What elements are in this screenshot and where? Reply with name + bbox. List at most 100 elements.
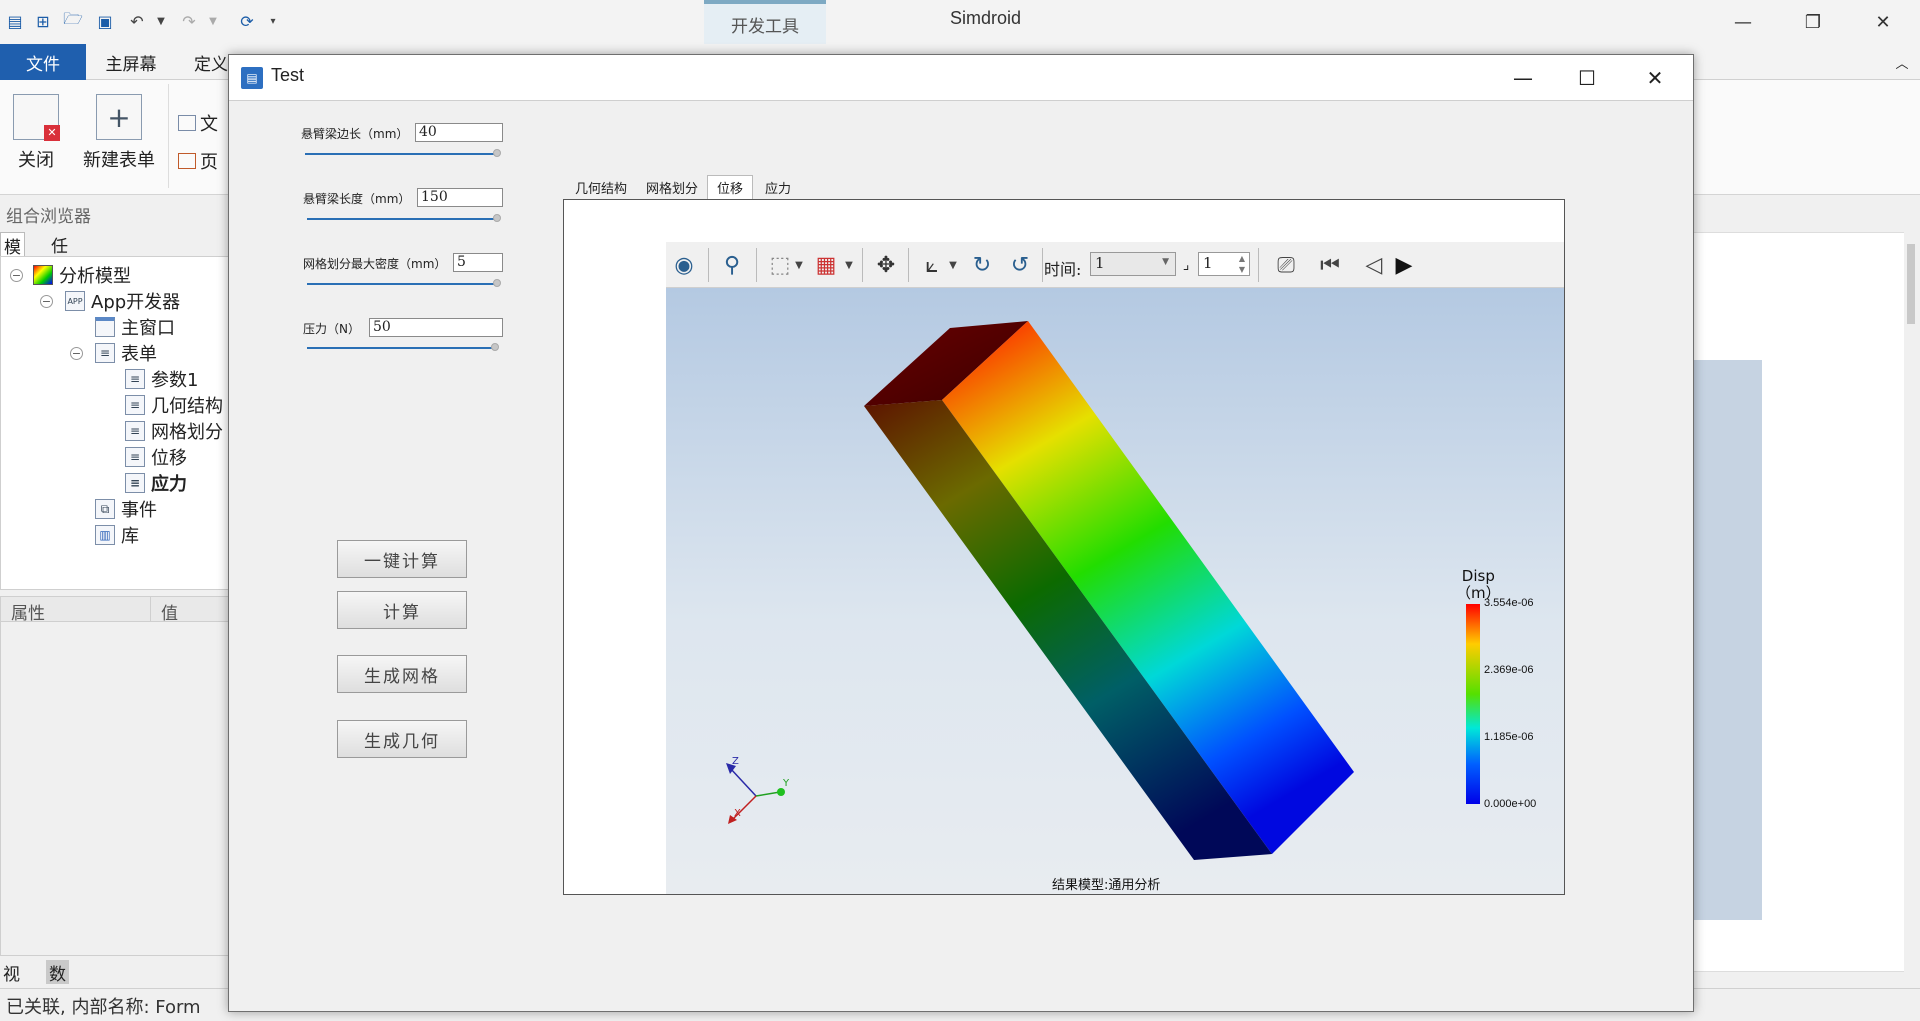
redo-dropdown-icon[interactable]: ▼ xyxy=(202,10,224,32)
time-combo[interactable]: 1 ▼ xyxy=(1090,252,1176,276)
camera-icon[interactable]: ◉ xyxy=(668,250,700,280)
tree-label: 事件 xyxy=(121,500,157,521)
dialog-minimize-icon[interactable]: — xyxy=(1491,55,1555,101)
x-axis-label: X xyxy=(734,808,741,819)
rotate-cw-icon[interactable]: ↻ xyxy=(966,250,998,280)
param-label-pressure: 压力（N） xyxy=(303,322,360,336)
app-title: Simdroid xyxy=(950,8,1022,28)
undo-dropdown-icon[interactable]: ▼ xyxy=(150,10,172,32)
tree-label: 库 xyxy=(121,526,139,547)
property-column-header[interactable]: 属性 xyxy=(1,597,151,624)
tab-view[interactable]: 视图 xyxy=(0,960,23,1010)
close-form-icon: ✕ xyxy=(13,94,60,141)
axes-view-icon[interactable]: ⟀ xyxy=(916,250,948,280)
time-value: 1 xyxy=(1095,254,1105,272)
tree-node-event[interactable]: ⧉ 事件 xyxy=(95,497,157,521)
generate-geometry-button[interactable]: 生成几何 xyxy=(337,720,467,758)
new-file-icon[interactable]: ⊞ xyxy=(32,10,54,32)
model-tree: − 分析模型 − APP App开发器 主窗口 − ≡ 表单 ≡ 参数1 ≡ 几… xyxy=(0,256,230,590)
compute-button[interactable]: 计算 xyxy=(337,591,467,629)
tab-geometry[interactable]: 几何结构 xyxy=(567,175,635,199)
beam-length-input[interactable]: 150 xyxy=(417,188,503,207)
previous-frame-icon[interactable]: ◁ xyxy=(1358,250,1390,280)
tree-node-displacement[interactable]: ≡ 位移 xyxy=(125,445,187,469)
quick-access-menu-icon[interactable]: ▾ xyxy=(262,10,284,32)
param-label-mesh: 网格划分最大密度（mm） xyxy=(303,257,447,271)
first-frame-icon[interactable]: ⏮ xyxy=(1314,250,1346,280)
tree-node-form[interactable]: ≡ 表单 xyxy=(95,341,157,365)
zoom-search-icon[interactable]: ⚲ xyxy=(716,250,748,280)
tab-file[interactable]: 文件 xyxy=(0,44,86,80)
3d-viewport[interactable]: Z Y X Disp （m） 3.554e-06 2.369e-06 1.185… xyxy=(666,288,1564,894)
new-form-button[interactable]: + 新建表单 xyxy=(80,80,158,172)
slider-knob[interactable] xyxy=(493,279,501,287)
tree-node-stress[interactable]: ≡ 应力 xyxy=(125,471,187,495)
undo-icon[interactable]: ↶ xyxy=(126,10,148,32)
save-icon[interactable]: ▣ xyxy=(94,10,116,32)
dialog-titlebar: ▤ Test — ☐ ✕ xyxy=(229,55,1693,101)
next-frame-icon[interactable]: ▶ xyxy=(1396,250,1413,280)
tab-task[interactable]: 任务 xyxy=(48,232,71,282)
colormap-cube-icon[interactable]: ▦ xyxy=(810,250,842,280)
param-label-length: 悬臂梁长度（mm） xyxy=(303,192,411,206)
tree-node-param1[interactable]: ≡ 参数1 xyxy=(125,367,198,391)
tab-displacement[interactable]: 位移 xyxy=(707,175,753,199)
redo-icon[interactable]: ↷ xyxy=(178,10,200,32)
side-length-slider[interactable] xyxy=(305,153,499,155)
tab-home[interactable]: 主屏幕 xyxy=(96,44,166,80)
close-icon[interactable]: ✕ xyxy=(1848,0,1918,44)
refresh-icon[interactable]: ⟳ xyxy=(236,10,258,32)
open-folder-icon[interactable]: 🗁 xyxy=(62,9,84,32)
slider-knob[interactable] xyxy=(493,214,501,222)
beam-length-slider[interactable] xyxy=(307,218,499,220)
side-length-input[interactable]: 40 xyxy=(415,123,503,142)
pressure-input[interactable]: 50 xyxy=(369,318,503,337)
tab-mesh[interactable]: 网格划分 xyxy=(639,175,705,199)
collapse-icon[interactable]: − xyxy=(70,347,83,360)
collapse-ribbon-icon[interactable]: ︿ xyxy=(1890,44,1914,80)
tree-node-mesh[interactable]: ≡ 网格划分 xyxy=(125,419,223,443)
form-page-icon: ≡ xyxy=(125,421,145,441)
collapse-icon[interactable]: − xyxy=(10,269,23,282)
generate-mesh-button[interactable]: 生成网格 xyxy=(337,655,467,693)
context-tab-devtools[interactable]: 开发工具 xyxy=(704,0,826,44)
close-form-button[interactable]: ✕ 关闭 xyxy=(10,80,62,172)
tree-node-library[interactable]: ▥ 库 xyxy=(95,523,139,547)
tab-stress[interactable]: 应力 xyxy=(755,175,801,199)
result-viewer: ◉ ⚲ ⬚ ▼ ▦ ▼ ✥ ⟀ ▼ ↻ ↺ 时间: 1 ▼ ⌟ 1 ▲ ▼ ⎚ … xyxy=(563,199,1565,895)
tree-node-analysis-model[interactable]: 分析模型 xyxy=(33,263,131,287)
collapse-icon[interactable]: − xyxy=(40,295,53,308)
one-click-compute-button[interactable]: 一键计算 xyxy=(337,540,467,578)
frame-spinner[interactable]: 1 ▲ ▼ xyxy=(1198,252,1250,276)
mesh-density-slider[interactable] xyxy=(307,283,499,285)
video-record-icon[interactable]: ⎚ xyxy=(1270,250,1302,280)
mesh-density-input[interactable]: 5 xyxy=(453,253,503,272)
chevron-down-icon: ▼ xyxy=(1162,257,1169,267)
result-model-caption: 结果模型:通用分析 xyxy=(1052,878,1161,893)
tab-data[interactable]: 数据 xyxy=(46,960,69,1010)
form-icon: ≡ xyxy=(95,343,115,363)
fit-view-icon[interactable]: ✥ xyxy=(870,250,902,280)
restore-icon[interactable]: ❐ xyxy=(1778,0,1848,44)
file-cut-button[interactable]: 文 xyxy=(178,110,218,136)
slider-knob[interactable] xyxy=(493,149,501,157)
dropdown-icon[interactable]: ▼ xyxy=(792,250,806,280)
axis-triad: Z Y X xyxy=(726,756,790,824)
tree-node-main-window[interactable]: 主窗口 xyxy=(95,315,175,339)
toolbar-separator xyxy=(756,248,757,282)
page-cut-button[interactable]: 页 xyxy=(178,148,218,174)
dropdown-icon[interactable]: ▼ xyxy=(842,250,856,280)
minimize-icon[interactable]: — xyxy=(1708,0,1778,44)
tree-node-geometry[interactable]: ≡ 几何结构 xyxy=(125,393,223,417)
dropdown-icon[interactable]: ▼ xyxy=(946,250,960,280)
slider-knob[interactable] xyxy=(491,343,499,351)
tree-node-app-dev[interactable]: APP App开发器 xyxy=(65,289,180,313)
dialog-maximize-icon[interactable]: ☐ xyxy=(1555,55,1619,101)
tab-model[interactable]: 模型 xyxy=(0,232,25,283)
rotate-ccw-icon[interactable]: ↺ xyxy=(1004,250,1036,280)
value-column-header[interactable]: 值 xyxy=(151,597,188,624)
pressure-slider[interactable] xyxy=(307,347,497,349)
scrollbar-thumb[interactable] xyxy=(1907,244,1915,324)
dialog-close-icon[interactable]: ✕ xyxy=(1623,55,1687,101)
vertical-scrollbar[interactable] xyxy=(1904,232,1920,972)
